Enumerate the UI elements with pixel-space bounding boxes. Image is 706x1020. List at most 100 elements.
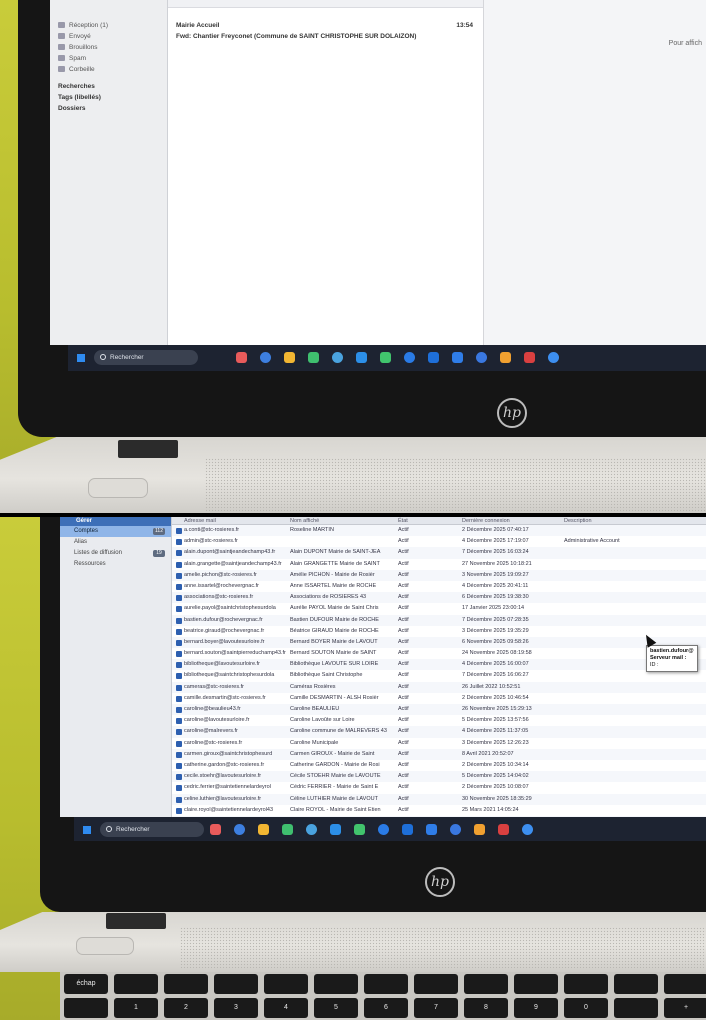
- taskbar-app-icon[interactable]: [332, 352, 343, 363]
- keyboard-key[interactable]: [314, 974, 358, 994]
- message-row[interactable]: Fwd: Chantier Freyconet (Commune de SAIN…: [168, 31, 483, 42]
- taskbar-app-icon[interactable]: [378, 824, 389, 835]
- table-row[interactable]: celine.luthier@lavoutesurloire.fr Céline …: [172, 793, 706, 805]
- keyboard-key[interactable]: 9: [514, 998, 558, 1018]
- table-row[interactable]: bernard.boyer@lavoutesurloire.fr Bernard …: [172, 636, 706, 649]
- power-button[interactable]: [88, 478, 148, 498]
- taskbar-app-icon[interactable]: [428, 352, 439, 363]
- table-row[interactable]: admin@stc-rosieres.fr Actif 4 Décembre 202…: [172, 536, 706, 547]
- folder-item[interactable]: Recherches: [50, 81, 167, 92]
- table-row[interactable]: cedric.ferrier@saintetiennelardeyrol Cédr…: [172, 782, 706, 793]
- table-row[interactable]: bibliotheque@saintchristophesurdola Bibli…: [172, 670, 706, 681]
- keyboard-key[interactable]: [614, 998, 658, 1018]
- taskbar-app-icon[interactable]: [330, 824, 341, 835]
- taskbar-search[interactable]: Rechercher: [94, 350, 198, 365]
- taskbar-app-icon[interactable]: [284, 352, 295, 363]
- taskbar-app-icon[interactable]: [356, 352, 367, 363]
- table-row[interactable]: catherine.gardon@stc-rosieres.fr Catherin…: [172, 760, 706, 771]
- table-row[interactable]: associations@stc-rosieres.fr Associations…: [172, 592, 706, 604]
- keyboard-key[interactable]: [414, 974, 458, 994]
- folder-item[interactable]: Corbeille: [50, 64, 167, 75]
- keyboard-key[interactable]: 6: [364, 998, 408, 1018]
- taskbar-app-icon[interactable]: [210, 824, 221, 835]
- taskbar-app-icon[interactable]: [498, 824, 509, 835]
- keyboard-key[interactable]: [664, 974, 706, 994]
- keyboard-key[interactable]: [464, 974, 508, 994]
- table-row[interactable]: camille.desmartin@stc-rosieres.fr Camille…: [172, 693, 706, 704]
- table-row[interactable]: cecile.stoehr@lavoutesurloire.fr Cécile S…: [172, 771, 706, 783]
- taskbar-app-icon[interactable]: [500, 352, 511, 363]
- taskbar-app-icon[interactable]: [426, 824, 437, 835]
- taskbar-search[interactable]: Rechercher: [100, 822, 204, 837]
- table-row[interactable]: carmen.giroux@saintchristophesurd Carmen …: [172, 748, 706, 760]
- sidebar-item[interactable]: Listes de diffusion 19: [60, 548, 171, 559]
- keyboard-key[interactable]: 2: [164, 998, 208, 1018]
- taskbar-app-icon[interactable]: [548, 352, 559, 363]
- taskbar-app-icon[interactable]: [306, 824, 317, 835]
- table-row[interactable]: alain.dupont@saintjeandechamp43.fr Alain …: [172, 547, 706, 559]
- folder-item[interactable]: Tags (libellés): [50, 92, 167, 103]
- keyboard-key[interactable]: [514, 974, 558, 994]
- keyboard-key[interactable]: 8: [464, 998, 508, 1018]
- keyboard-key[interactable]: [214, 974, 258, 994]
- taskbar-app-icon[interactable]: [404, 352, 415, 363]
- table-row[interactable]: caroline@malrevers.fr Caroline commune de…: [172, 726, 706, 738]
- table-row[interactable]: bernard.souton@saintpierreduchamp43.fr Be…: [172, 648, 706, 659]
- taskbar-app-icon[interactable]: [452, 352, 463, 363]
- table-row[interactable]: aurelie.payol@saintchristophesurdola Auré…: [172, 603, 706, 614]
- taskbar-app-icon[interactable]: [474, 824, 485, 835]
- taskbar-app-icon[interactable]: [282, 824, 293, 835]
- keyboard-key[interactable]: 0: [564, 998, 608, 1018]
- folder-item[interactable]: Envoyé: [50, 31, 167, 42]
- taskbar-app-icon[interactable]: [234, 824, 245, 835]
- table-row[interactable]: claire.royol@saintetiennelardeyrol43 Clai…: [172, 805, 706, 816]
- keyboard-key[interactable]: 4: [264, 998, 308, 1018]
- keyboard-key[interactable]: [114, 974, 158, 994]
- keyboard-key[interactable]: 3: [214, 998, 258, 1018]
- table-row[interactable]: beatrice.giraud@rochevergnac.fr Béatrice …: [172, 626, 706, 637]
- column-header[interactable]: Nom affiché: [290, 517, 319, 525]
- taskbar-app-icon[interactable]: [260, 352, 271, 363]
- taskbar-app-icon[interactable]: [308, 352, 319, 363]
- sidebar-item[interactable]: Alias: [60, 537, 171, 548]
- sidebar-item[interactable]: Ressources: [60, 559, 171, 570]
- taskbar-app-icon[interactable]: [402, 824, 413, 835]
- taskbar-app-icon[interactable]: [258, 824, 269, 835]
- taskbar-app-icon[interactable]: [236, 352, 247, 363]
- folder-item[interactable]: Réception (1): [50, 20, 167, 31]
- table-row[interactable]: anne.issartel@rochevergnac.fr Anne ISSART…: [172, 581, 706, 592]
- table-row[interactable]: bibliotheque@lavoutesurloire.fr Bibliothè…: [172, 659, 706, 671]
- taskbar-app-icon[interactable]: [522, 824, 533, 835]
- table-row[interactable]: cameras@stc-rosieres.fr Caméras Rosières A…: [172, 681, 706, 693]
- keyboard-key[interactable]: 5: [314, 998, 358, 1018]
- taskbar-app-icon[interactable]: [476, 352, 487, 363]
- keyboard-key[interactable]: [64, 998, 108, 1018]
- message-row[interactable]: Mairie Accueil 13:54: [168, 20, 483, 31]
- folder-item[interactable]: Brouillons: [50, 42, 167, 53]
- power-button[interactable]: [76, 937, 134, 955]
- taskbar-app-icon[interactable]: [450, 824, 461, 835]
- taskbar-app-icon[interactable]: [380, 352, 391, 363]
- taskbar-app-icon[interactable]: [354, 824, 365, 835]
- column-header[interactable]: Adresse mail: [184, 517, 216, 525]
- table-row[interactable]: bastien.dufour@rochevergnac.fr Bastien DU…: [172, 614, 706, 626]
- keyboard-key[interactable]: [264, 974, 308, 994]
- taskbar-app-icon[interactable]: [524, 352, 535, 363]
- keyboard-key[interactable]: [164, 974, 208, 994]
- keyboard-key[interactable]: [364, 974, 408, 994]
- table-row[interactable]: caroline@beaulieu43.fr Caroline BEAULIEU A…: [172, 704, 706, 716]
- windows-start-icon[interactable]: [82, 825, 92, 835]
- keyboard-key[interactable]: +: [664, 998, 706, 1018]
- folder-item[interactable]: Dossiers: [50, 103, 167, 114]
- table-row[interactable]: a.conti@stc-rosieres.fr Roseline MARTIN Ac…: [172, 525, 706, 537]
- keyboard-key[interactable]: échap: [64, 974, 108, 994]
- keyboard-key[interactable]: 7: [414, 998, 458, 1018]
- sidebar-item[interactable]: Comptes 112: [60, 526, 171, 537]
- column-header[interactable]: Description: [564, 517, 592, 525]
- keyboard-key[interactable]: [564, 974, 608, 994]
- table-row[interactable]: caroline@stc-rosieres.fr Caroline Municip…: [172, 738, 706, 749]
- windows-start-icon[interactable]: [76, 353, 86, 363]
- table-row[interactable]: amelie.pichon@stc-rosieres.fr Amélie PICH…: [172, 569, 706, 581]
- table-row[interactable]: caroline@lavoutesurloire.fr Caroline Lavo…: [172, 715, 706, 726]
- table-row[interactable]: alain.grangette@saintjeandechamp43.fr Ala…: [172, 559, 706, 570]
